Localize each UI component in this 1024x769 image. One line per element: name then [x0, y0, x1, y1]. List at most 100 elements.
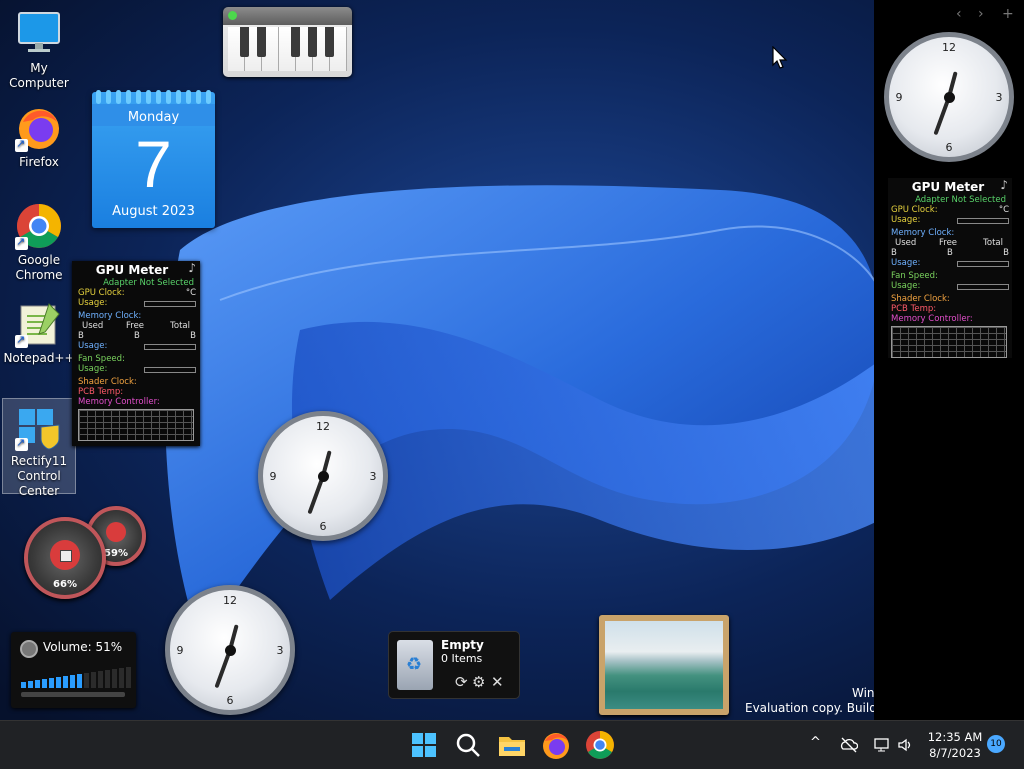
- desktop-icon-label: Firefox: [19, 155, 59, 169]
- memory-total-label: Total: [170, 321, 190, 331]
- memory-usage-label: Usage:: [78, 341, 108, 351]
- desktop-icon-notepad-plus-plus[interactable]: Notepad++: [2, 300, 76, 366]
- network-icon[interactable]: [873, 737, 891, 753]
- sidebar-gpu-meter[interactable]: GPU Meter ♪ Adapter Not Selected GPU Clo…: [888, 178, 1012, 358]
- taskbar-time: 12:35 AM: [927, 730, 983, 744]
- volume-label: Volume: 51%: [43, 640, 123, 654]
- mouse-cursor-icon: [772, 46, 788, 69]
- volume-level-bar: [126, 667, 131, 688]
- power-led-icon: [228, 11, 237, 20]
- sidebar-next-button[interactable]: ›: [978, 6, 984, 22]
- taskbar-clock[interactable]: 12:35 AM 8/7/2023: [920, 729, 990, 761]
- onedrive-offline-icon[interactable]: [840, 737, 858, 753]
- fan-usage-bar: [144, 367, 196, 373]
- recycle-bin-item-count: 0 Items: [441, 652, 483, 665]
- desktop-icon-rectify11-control-center[interactable]: Rectify11 Control Center: [2, 398, 76, 498]
- memory-total-label: Total: [983, 238, 1003, 248]
- settings-gear-icon[interactable]: ⚙: [472, 673, 485, 691]
- search-icon[interactable]: [452, 729, 484, 761]
- volume-gadget[interactable]: Volume: 51%: [11, 632, 136, 708]
- gpu-usage-label: Usage:: [891, 215, 921, 225]
- firefox-icon: [15, 104, 63, 152]
- recycle-bin-gadget[interactable]: Empty 0 Items ⟳ ⚙ ✕: [388, 631, 520, 699]
- memory-clock-label: Memory Clock:: [78, 311, 142, 321]
- fan-usage-bar: [957, 284, 1009, 290]
- taskbar: ^ 12:35 AM 8/7/2023: [0, 720, 1024, 769]
- gpu-usage-label: Usage:: [78, 298, 108, 308]
- speaker-icon[interactable]: [20, 640, 38, 658]
- start-button-windows-icon[interactable]: [408, 729, 440, 761]
- memory-used-label: Used: [82, 321, 104, 331]
- clock-number-3: 3: [276, 644, 284, 657]
- memory-used-value: B: [891, 248, 897, 258]
- shortcut-arrow-icon: [15, 332, 28, 348]
- volume-level-bar: [84, 673, 89, 688]
- volume-level-bars[interactable]: [21, 666, 131, 688]
- sidebar-analog-clock[interactable]: 12 3 6 9: [884, 32, 1014, 162]
- memory-free-label: Free: [126, 321, 145, 331]
- clock-number-6: 6: [226, 694, 234, 707]
- volume-level-bar: [28, 681, 33, 688]
- volume-level-bar: [42, 679, 47, 688]
- calendar-gadget[interactable]: Monday 7 August 2023: [92, 90, 215, 228]
- pcb-temp-label: PCB Temp:: [891, 304, 937, 314]
- clock-number-12: 12: [316, 420, 330, 433]
- memory-clock-label: Memory Clock:: [891, 228, 955, 238]
- gpu-meter-gadget[interactable]: GPU Meter ♪ Adapter Not Selected GPU Clo…: [72, 261, 200, 446]
- recycle-bin-status: Empty: [441, 638, 484, 652]
- add-gadget-button[interactable]: +: [1002, 6, 1014, 22]
- tray-overflow-chevron-icon[interactable]: ^: [810, 735, 821, 750]
- volume-level-bar: [119, 668, 124, 688]
- volume-level-bar: [63, 676, 68, 688]
- memory-usage-bar: [957, 261, 1009, 267]
- desktop-icon-google-chrome[interactable]: Google Chrome: [2, 202, 76, 283]
- firefox-taskbar-icon[interactable]: [540, 729, 572, 761]
- gpu-clock-label: GPU Clock:: [891, 205, 938, 215]
- calendar-rings: [94, 90, 214, 104]
- memory-usage-bar: [144, 344, 196, 350]
- fan-usage-label: Usage:: [891, 281, 921, 291]
- pcb-temp-label: PCB Temp:: [78, 387, 124, 397]
- notification-badge[interactable]: 10: [987, 735, 1005, 753]
- gpu-meter-title: GPU Meter: [911, 180, 985, 194]
- close-icon[interactable]: ✕: [491, 673, 504, 691]
- gpu-clock-label: GPU Clock:: [78, 288, 125, 298]
- volume-level-bar: [49, 678, 54, 688]
- analog-clock-gadget[interactable]: 12 3 6 9: [258, 411, 388, 541]
- volume-level-bar: [91, 672, 96, 688]
- shortcut-arrow-icon: [15, 234, 28, 250]
- clock-number-12: 12: [223, 594, 237, 607]
- piano-gadget[interactable]: [223, 7, 352, 77]
- desktop-icon-my-computer[interactable]: My Computer: [2, 10, 76, 91]
- monitor-icon: [15, 10, 63, 58]
- cpu-meter-gauge[interactable]: 66%: [24, 517, 106, 599]
- clock-number-3: 3: [369, 470, 377, 483]
- volume-level-bar: [35, 680, 40, 688]
- shader-clock-label: Shader Clock:: [891, 294, 950, 304]
- volume-level-bar: [70, 675, 75, 688]
- memory-total-value: B: [190, 331, 196, 341]
- memory-used-value: B: [78, 331, 84, 341]
- fan-speed-label: Fan Speed:: [891, 271, 938, 281]
- notepad-plus-plus-icon: [15, 300, 63, 348]
- shader-clock-label: Shader Clock:: [78, 377, 137, 387]
- memory-free-value: B: [947, 248, 953, 258]
- chrome-taskbar-icon[interactable]: [584, 729, 616, 761]
- memory-total-value: B: [1003, 248, 1009, 258]
- slideshow-gadget[interactable]: [599, 615, 729, 715]
- cpu-chip-icon: [60, 550, 72, 562]
- clock-number-6: 6: [945, 141, 953, 154]
- volume-speaker-icon[interactable]: [897, 737, 915, 753]
- refresh-icon[interactable]: ⟳: [455, 673, 468, 691]
- volume-level-bar: [98, 671, 103, 688]
- clock-number-9: 9: [176, 644, 184, 657]
- piano-keyboard[interactable]: [228, 27, 347, 71]
- file-explorer-icon[interactable]: [496, 729, 528, 761]
- rectify11-shield-icon: [15, 403, 63, 451]
- sidebar-prev-button[interactable]: ‹: [956, 6, 962, 22]
- fan-usage-label: Usage:: [78, 364, 108, 374]
- analog-clock-gadget[interactable]: 12 3 6 9: [165, 585, 295, 715]
- calendar-day-number: 7: [135, 127, 172, 201]
- desktop-icon-firefox[interactable]: Firefox: [2, 104, 76, 170]
- volume-slider-track[interactable]: [21, 692, 125, 697]
